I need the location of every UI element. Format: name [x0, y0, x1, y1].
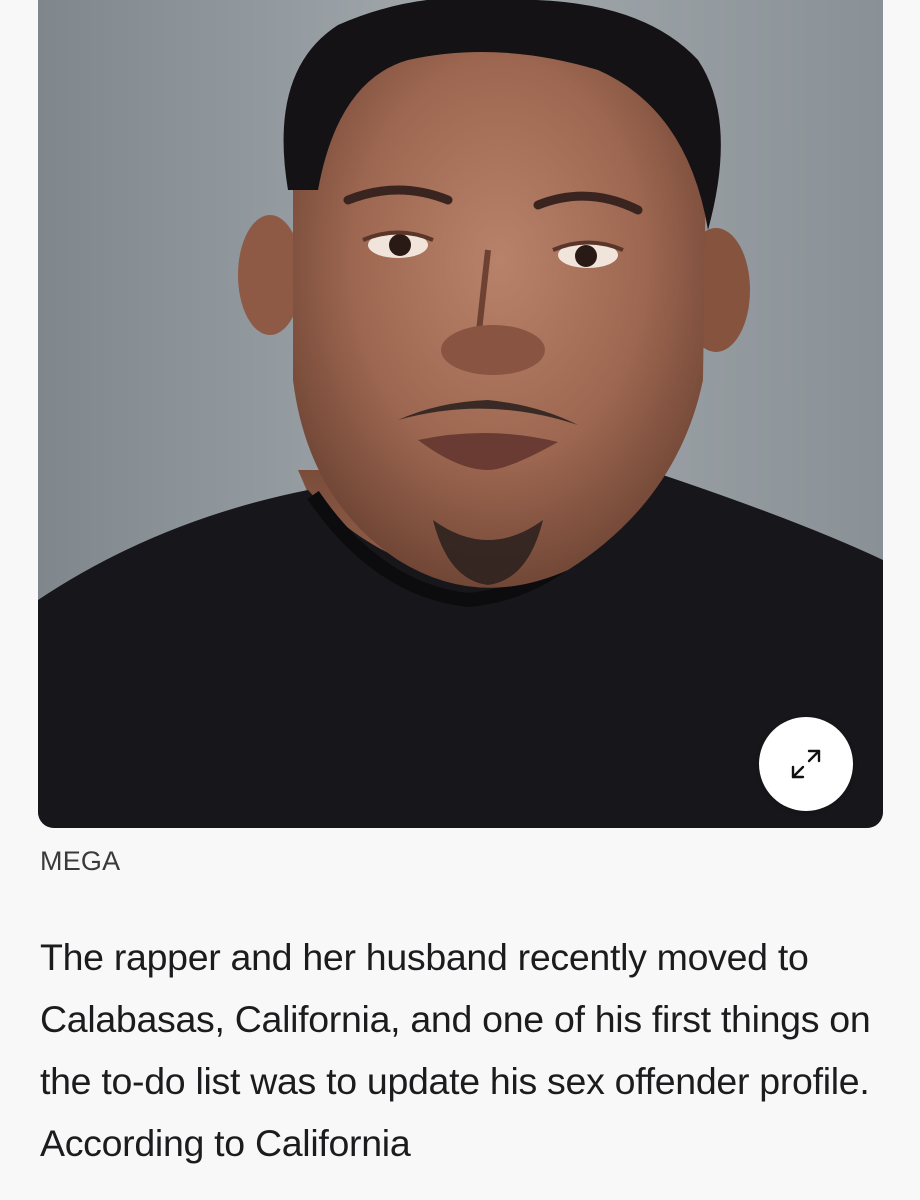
article-paragraph: The rapper and her husband recently move… — [40, 936, 871, 1164]
article-page: MEGA The rapper and her husband recently… — [0, 0, 920, 1200]
expand-image-button[interactable] — [759, 717, 853, 811]
mugshot-image — [38, 0, 883, 828]
photo-credit: MEGA — [40, 846, 121, 876]
expand-arrows-icon — [791, 749, 821, 779]
article-photo[interactable] — [38, 0, 883, 828]
